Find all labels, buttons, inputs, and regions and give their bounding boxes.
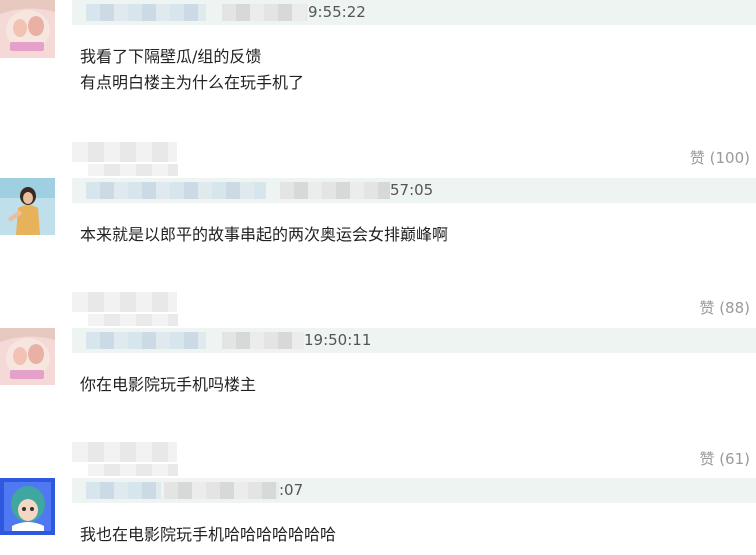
blurred-date <box>280 182 390 199</box>
blurred-nickname-sub <box>88 464 178 476</box>
like-count[interactable]: 赞 (61) <box>699 448 750 469</box>
comment-timestamp: 57:05 <box>390 181 434 199</box>
comment-meta-bar: 19:50:11 <box>72 328 756 353</box>
like-count[interactable]: 赞 (88) <box>699 297 750 318</box>
avatar[interactable] <box>0 0 55 58</box>
comment-line: 本来就是以郎平的故事串起的两次奥运会女排巅峰啊 <box>80 225 449 244</box>
blurred-date <box>222 4 307 21</box>
blurred-date <box>164 482 279 499</box>
blurred-username <box>86 332 206 349</box>
like-count[interactable]: 赞 (100) <box>690 147 750 168</box>
blurred-nickname-sub <box>88 314 178 326</box>
comment-timestamp: :07 <box>279 481 304 499</box>
blurred-nickname-sub <box>88 164 178 176</box>
comment-line: 我看了下隔壁瓜/组的反馈 <box>80 47 262 66</box>
blurred-nickname <box>72 142 177 162</box>
blurred-username <box>86 4 206 21</box>
comment-text: 本来就是以郎平的故事串起的两次奥运会女排巅峰啊 <box>80 222 448 248</box>
blurred-username <box>86 182 266 199</box>
comment-meta-bar: :07 <box>72 478 756 503</box>
avatar[interactable] <box>0 328 55 385</box>
comment-line: 你在电影院玩手机吗楼主 <box>80 375 257 394</box>
comment-timestamp: 9:55:22 <box>308 3 366 21</box>
comment-line: 有点明白楼主为什么在玩手机了 <box>80 73 305 92</box>
comment-text: 你在电影院玩手机吗楼主 <box>80 372 256 398</box>
comment-timestamp: 19:50:11 <box>304 331 372 349</box>
avatar[interactable] <box>0 178 55 235</box>
avatar[interactable] <box>0 478 55 535</box>
blurred-username <box>86 482 161 499</box>
comment-text: 我也在电影院玩手机哈哈哈哈哈哈哈 <box>80 522 336 548</box>
blurred-date <box>222 332 304 349</box>
blurred-nickname <box>72 442 177 462</box>
comment-line: 我也在电影院玩手机哈哈哈哈哈哈哈 <box>80 525 337 544</box>
blurred-nickname <box>72 292 177 312</box>
comment-meta-bar: 57:05 <box>72 178 756 203</box>
comment-meta-bar: 9:55:22 <box>72 0 756 25</box>
comment-text: 我看了下隔壁瓜/组的反馈 有点明白楼主为什么在玩手机了 <box>80 44 304 96</box>
